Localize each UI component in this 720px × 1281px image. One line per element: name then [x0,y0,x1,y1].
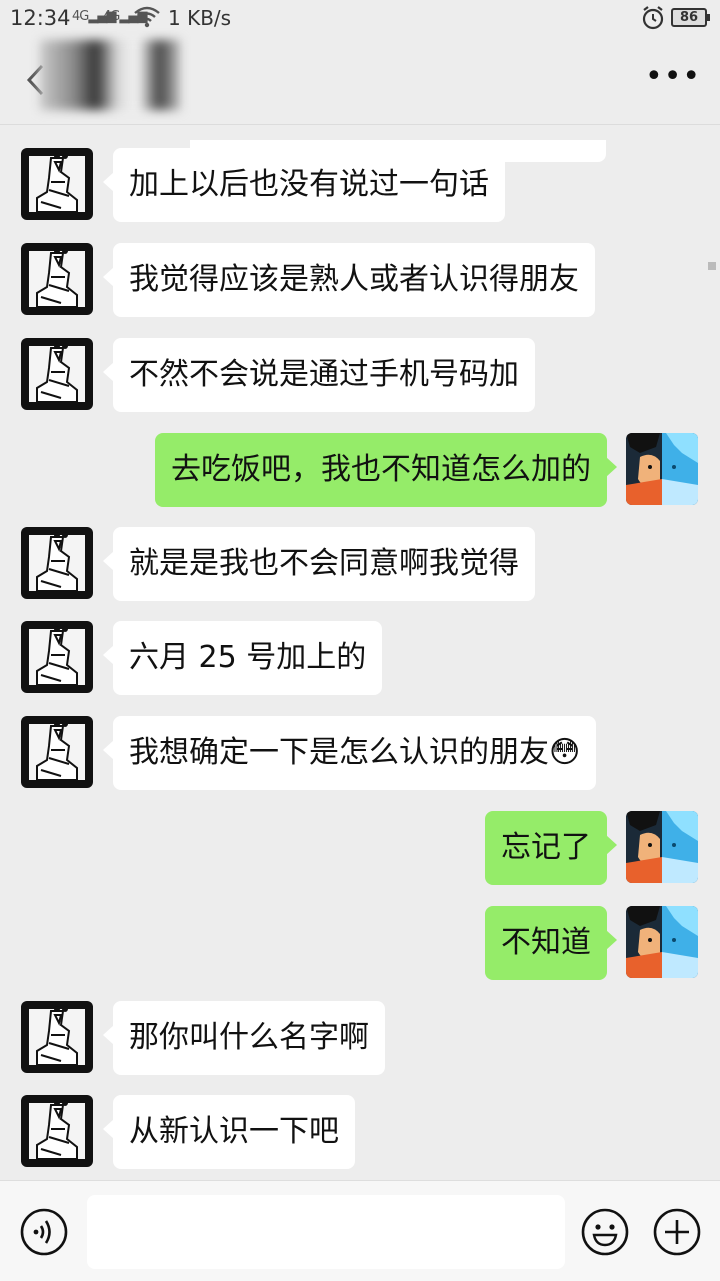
contact-avatar[interactable] [21,716,93,788]
message-bubble[interactable]: 那你叫什么名字啊 [103,1001,385,1075]
message-input[interactable] [87,1195,565,1269]
outgoing-message: 不知道 [0,906,720,982]
contact-avatar[interactable] [21,1095,93,1167]
chat-header: ••• [0,36,720,162]
contact-avatar[interactable] [21,1001,93,1073]
alarm-icon [641,5,665,36]
my-avatar[interactable] [626,906,698,978]
incoming-message: 我觉得应该是熟人或者认识得朋友 [0,243,720,319]
incoming-message: 就是是我也不会同意啊我觉得 [0,527,720,603]
contact-name[interactable] [40,40,180,110]
status-time: 12:34 [10,6,71,30]
contact-avatar[interactable] [21,148,93,220]
battery-indicator: 86 [671,8,710,27]
contact-avatar[interactable] [21,527,93,599]
incoming-message: 从新认识一下吧 [0,1095,720,1171]
message-bubble[interactable]: 加上以后也没有说过一句话 [103,148,505,222]
message-bubble[interactable]: 不知道 [485,906,617,980]
message-bubble[interactable]: 就是是我也不会同意啊我觉得 [103,527,535,601]
my-avatar[interactable] [626,433,698,505]
voice-button[interactable] [19,1207,69,1257]
incoming-message: 那你叫什么名字啊 [0,1001,720,1077]
message-bubble[interactable]: 六月 25 号加上的 [102,621,383,695]
plus-icon [653,1208,701,1256]
outgoing-message: 去吃饭吧，我也不知道怎么加的 [0,433,720,509]
contact-avatar[interactable] [21,621,93,693]
input-bar [0,1180,720,1281]
incoming-message: 不然不会说是通过手机号码加 [0,338,720,414]
wifi-icon [133,4,161,33]
emoji-button[interactable] [580,1207,630,1257]
message-bubble[interactable]: 忘记了 [485,811,617,885]
contact-avatar[interactable] [21,338,93,410]
message-list[interactable]: 加上以后也没有说过一句话我觉得应该是熟人或者认识得朋友 不然不会说是通过手机号码加… [0,126,720,1180]
status-bar: 12:34 4G▂▄▆ 4G▂▄▆ 1 KB/s 86 [0,0,720,36]
incoming-message: 我想确定一下是怎么认识的朋友😳 [0,716,720,792]
plus-button[interactable] [652,1207,702,1257]
more-button[interactable]: ••• [645,62,700,98]
message-bubble[interactable]: 去吃饭吧，我也不知道怎么加的 [155,433,617,507]
emoji-icon [581,1208,629,1256]
message-bubble[interactable]: 不然不会说是通过手机号码加 [103,338,535,412]
message-bubble[interactable]: 我想确定一下是怎么认识的朋友😳 [102,716,597,790]
message-bubble[interactable]: 从新认识一下吧 [103,1095,355,1169]
message-bubble[interactable]: 我觉得应该是熟人或者认识得朋友 [103,243,595,317]
incoming-message: 六月 25 号加上的 [0,621,720,697]
my-avatar[interactable] [626,811,698,883]
outgoing-message: 忘记了 [0,811,720,887]
network-speed: 1 KB/s [168,6,232,30]
incoming-message: 加上以后也没有说过一句话 [0,148,720,224]
more-dots-icon: ••• [645,59,702,94]
contact-avatar[interactable] [21,243,93,315]
voice-icon [20,1208,68,1256]
